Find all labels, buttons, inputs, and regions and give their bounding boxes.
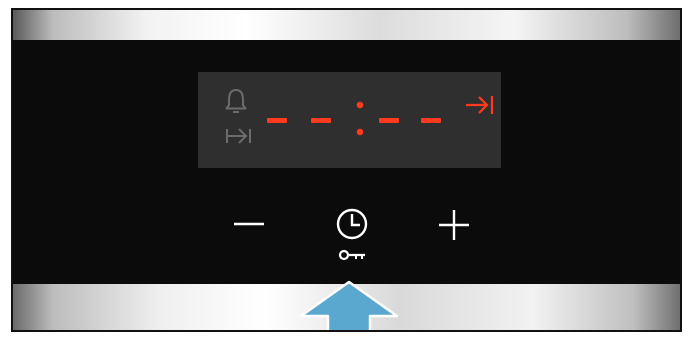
- key-icon: [338, 249, 365, 261]
- end-time-active-icon: [466, 96, 494, 114]
- digit-dash: [267, 118, 287, 123]
- minus-button[interactable]: [231, 212, 267, 236]
- clock-button[interactable]: [331, 204, 373, 270]
- end-time-icon: [226, 128, 251, 144]
- timer-display: [198, 72, 501, 168]
- clock-icon: [336, 208, 368, 240]
- digit-dash: [421, 118, 441, 123]
- colon-dot: [356, 101, 364, 109]
- black-control-surface: [13, 40, 680, 284]
- oven-control-panel: [11, 8, 682, 332]
- bell-icon: [225, 89, 247, 113]
- up-arrow-icon: [299, 280, 399, 330]
- colon-dot: [356, 128, 364, 136]
- digit-dash: [311, 118, 331, 123]
- plus-button[interactable]: [437, 208, 471, 242]
- steel-trim-top: [13, 10, 680, 40]
- time-readout: [267, 101, 441, 136]
- digit-dash: [379, 118, 399, 123]
